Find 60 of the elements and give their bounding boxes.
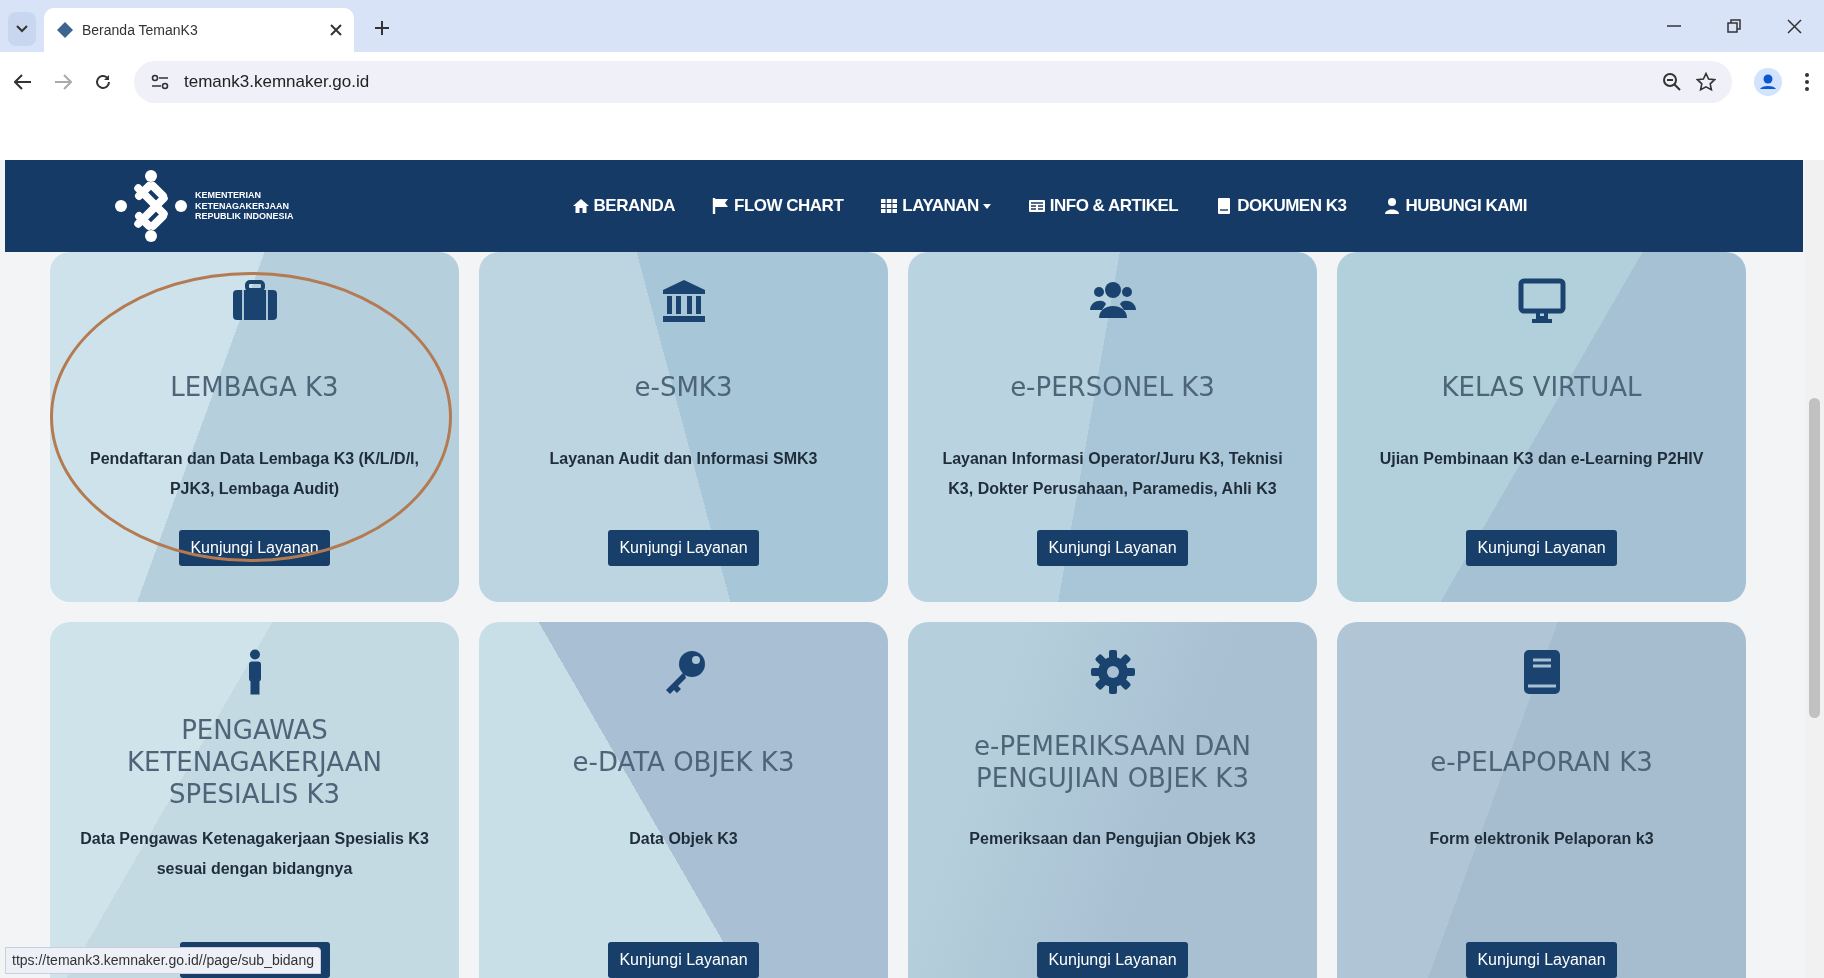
nav-link[interactable]: BERANDA [571,193,675,219]
scrollbar-thumb[interactable] [1809,398,1820,718]
card-title: e-PERSONEL K3 [1010,371,1215,405]
nav-link[interactable]: HUBUNGI KAMI [1383,193,1527,219]
card-title: e-SMK3 [634,371,733,405]
person-icon [248,649,261,695]
tab-title: Beranda TemanK3 [82,20,199,40]
nav-link[interactable]: DOKUMEN K3 [1215,193,1347,219]
visit-service-button[interactable]: Kunjungi Layanan [1466,942,1617,978]
zoom-icon[interactable] [1662,72,1682,92]
reload-icon[interactable] [94,73,112,91]
visit-service-button[interactable]: Kunjungi Layanan [179,530,330,566]
restore-icon[interactable] [1726,18,1742,34]
card-title: PENGAWAS KETENAGAKERJAAN SPESIALIS K3 [126,714,383,811]
card-title: e-PELAPORAN K3 [1430,746,1653,780]
monitor-icon [1517,278,1566,326]
bookmark-star-icon[interactable] [1696,72,1716,92]
card-title: LEMBAGA K3 [170,371,339,405]
url-text: temank3.kemnaker.go.id [184,71,371,94]
card-description: Form elektronik Pelaporan k3 [1429,829,1654,849]
home-icon [571,197,590,215]
close-tab-icon[interactable] [330,24,342,36]
visit-service-button[interactable]: Kunjungi Layanan [608,942,759,978]
ministry-logo-icon [115,170,187,242]
caret-icon [16,25,28,33]
scrollbar[interactable] [1805,160,1824,978]
tab-list-button[interactable] [8,12,36,46]
visit-service-button[interactable]: Kunjungi Layanan [1466,530,1617,566]
card-description: Data Pengawas Ketenagakerjaan Spesialis K3 sesuai dengan bidangnya [79,829,430,880]
card-title: KELAS VIRTUAL [1441,371,1642,405]
flag-icon [712,197,730,215]
back-icon[interactable] [14,74,32,90]
visit-service-button[interactable]: Kunjungi Layanan [608,530,759,566]
menu-icon[interactable] [1804,72,1810,92]
card-title: e-DATA OBJEK K3 [572,746,795,780]
address-bar[interactable]: temank3.kemnaker.go.id [134,61,1732,103]
card-title: e-PEMERIKSAAN DAN PENGUJIAN OBJEK K3 [973,730,1252,795]
card-description: Layanan Informasi Operator/Juru K3, Teknisi K3, Dokter Perusahaan, Paramedis, Ahli K3 [941,449,1284,500]
visit-service-button[interactable]: Kunjungi Layanan [1037,942,1188,978]
newspaper-icon [1027,197,1046,215]
site-favicon-icon [56,21,74,39]
visit-service-button[interactable]: Kunjungi Layanan [1037,530,1188,566]
user-icon [1383,197,1402,215]
browser-tab[interactable]: Beranda TemanK3 [44,8,354,52]
card-description: Pemeriksaan dan Pengujian Objek K3 [969,829,1256,849]
card-description: Ujian Pembinaan K3 dan e-Learning P2HIV [1379,449,1704,469]
nav-link[interactable]: INFO & ARTIKEL [1027,193,1179,219]
card-description: Pendaftaran dan Data Lembaga K3 (K/L/D/I, PJK3, Lembaga Audit) [89,449,420,500]
close-window-icon[interactable] [1786,18,1802,34]
new-tab-icon[interactable] [372,18,392,38]
gear-icon [1088,648,1137,696]
status-url-tooltip: ttps://temank3.kemnaker.go.id//page/sub_bidang [5,947,321,974]
ministry-name: KEMENTERIAN KETENAGAKERJAAN REPUBLIK INDONESIA [195,190,294,222]
card-description: Layanan Audit dan Informasi SMK3 [549,449,818,469]
nav-link[interactable]: FLOW CHART [712,193,844,219]
card-description: Data Objek K3 [629,829,738,849]
grid-icon [880,197,899,215]
profile-avatar-icon[interactable] [1754,68,1782,96]
site-settings-icon [150,74,170,90]
nav-link[interactable]: LAYANAN [880,193,991,219]
